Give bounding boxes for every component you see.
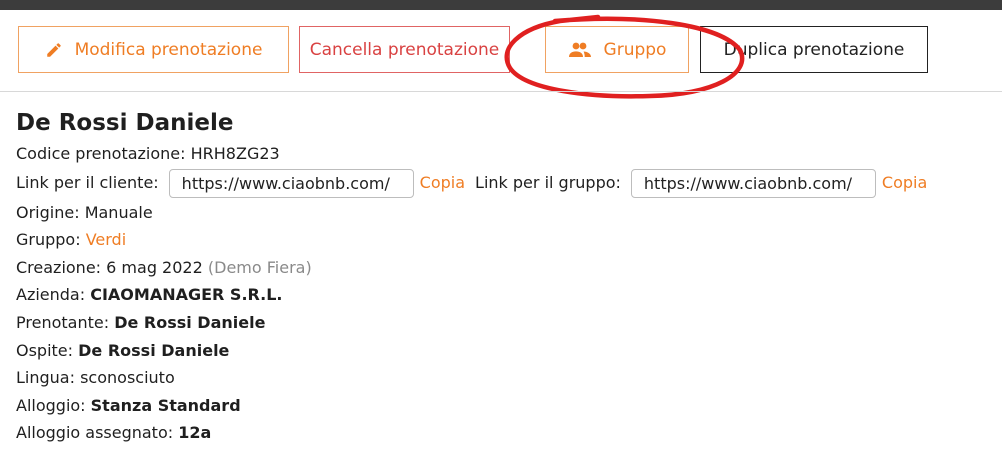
- booker-label: Prenotante:: [16, 312, 110, 332]
- edit-booking-label: Modifica prenotazione: [74, 39, 263, 60]
- client-link-copy-button[interactable]: Copia: [420, 169, 465, 197]
- assigned-accommodation-row: Alloggio assegnato: 12a: [16, 419, 996, 447]
- client-link-label: Link per il cliente:: [16, 173, 159, 193]
- group-row: Gruppo: Verdi: [16, 226, 996, 254]
- group-label: Gruppo: [603, 39, 667, 60]
- group-link-field[interactable]: [630, 168, 876, 198]
- origin-row: Origine: Manuale: [16, 199, 996, 227]
- pencil-icon: [46, 42, 61, 57]
- company-row: Azienda: CIAOMANAGER S.R.L.: [16, 281, 996, 309]
- booking-toolbar: Modifica prenotazione Cancella prenotazi…: [0, 26, 1002, 76]
- accommodation-row: Alloggio: Stanza Standard: [16, 392, 996, 420]
- accommodation-value: Stanza Standard: [90, 395, 241, 415]
- language-value: sconosciuto: [80, 368, 175, 388]
- guest-row: Ospite: De Rossi Daniele: [16, 337, 996, 365]
- origin-value: Manuale: [84, 202, 153, 222]
- client-link-field[interactable]: [168, 168, 414, 198]
- group-link-copy-button[interactable]: Copia: [882, 169, 927, 197]
- window-top-bar: [0, 0, 1002, 10]
- duplicate-booking-button[interactable]: Duplica prenotazione: [700, 26, 928, 73]
- booker-value: De Rossi Daniele: [114, 312, 266, 332]
- duplicate-booking-label: Duplica prenotazione: [723, 39, 905, 60]
- booking-code-row: Codice prenotazione: HRH8ZG23: [16, 140, 996, 168]
- language-label: Lingua:: [16, 368, 75, 388]
- group-button[interactable]: Gruppo: [545, 26, 689, 73]
- group-field-label: Gruppo:: [16, 230, 81, 250]
- assigned-accommodation-value: 12a: [178, 423, 212, 443]
- origin-label: Origine:: [16, 202, 80, 222]
- booking-name-title: De Rossi Daniele: [16, 110, 234, 136]
- creation-author: (Demo Fiera): [207, 257, 312, 277]
- group-link[interactable]: Verdi: [86, 226, 126, 254]
- guest-value: De Rossi Daniele: [78, 340, 230, 360]
- guest-label: Ospite:: [16, 340, 74, 360]
- language-row: Lingua: sconosciuto: [16, 364, 996, 392]
- booking-code-value: HRH8ZG23: [190, 144, 280, 163]
- group-link-label: Link per il gruppo:: [475, 173, 621, 193]
- company-value: CIAOMANAGER S.R.L.: [90, 285, 283, 305]
- creation-row: Creazione: 6 mag 2022 (Demo Fiera): [16, 254, 996, 282]
- toolbar-divider: [0, 91, 1002, 92]
- assigned-accommodation-label: Alloggio assegnato:: [16, 423, 174, 443]
- edit-booking-button[interactable]: Modifica prenotazione: [18, 26, 289, 73]
- booker-row: Prenotante: De Rossi Daniele: [16, 309, 996, 337]
- cancel-booking-button[interactable]: Cancella prenotazione: [299, 26, 510, 73]
- accommodation-label: Alloggio:: [16, 395, 86, 415]
- creation-label: Creazione:: [16, 257, 102, 277]
- creation-date: 6 mag 2022: [106, 257, 203, 277]
- booking-code-label: Codice prenotazione:: [16, 144, 186, 163]
- booking-details: De Rossi Daniele Codice prenotazione: HR…: [16, 106, 996, 447]
- company-label: Azienda:: [16, 285, 86, 305]
- cancel-booking-label: Cancella prenotazione: [309, 39, 500, 60]
- links-row: Link per il cliente: Copia Link per il g…: [16, 168, 996, 199]
- people-icon: [568, 42, 591, 57]
